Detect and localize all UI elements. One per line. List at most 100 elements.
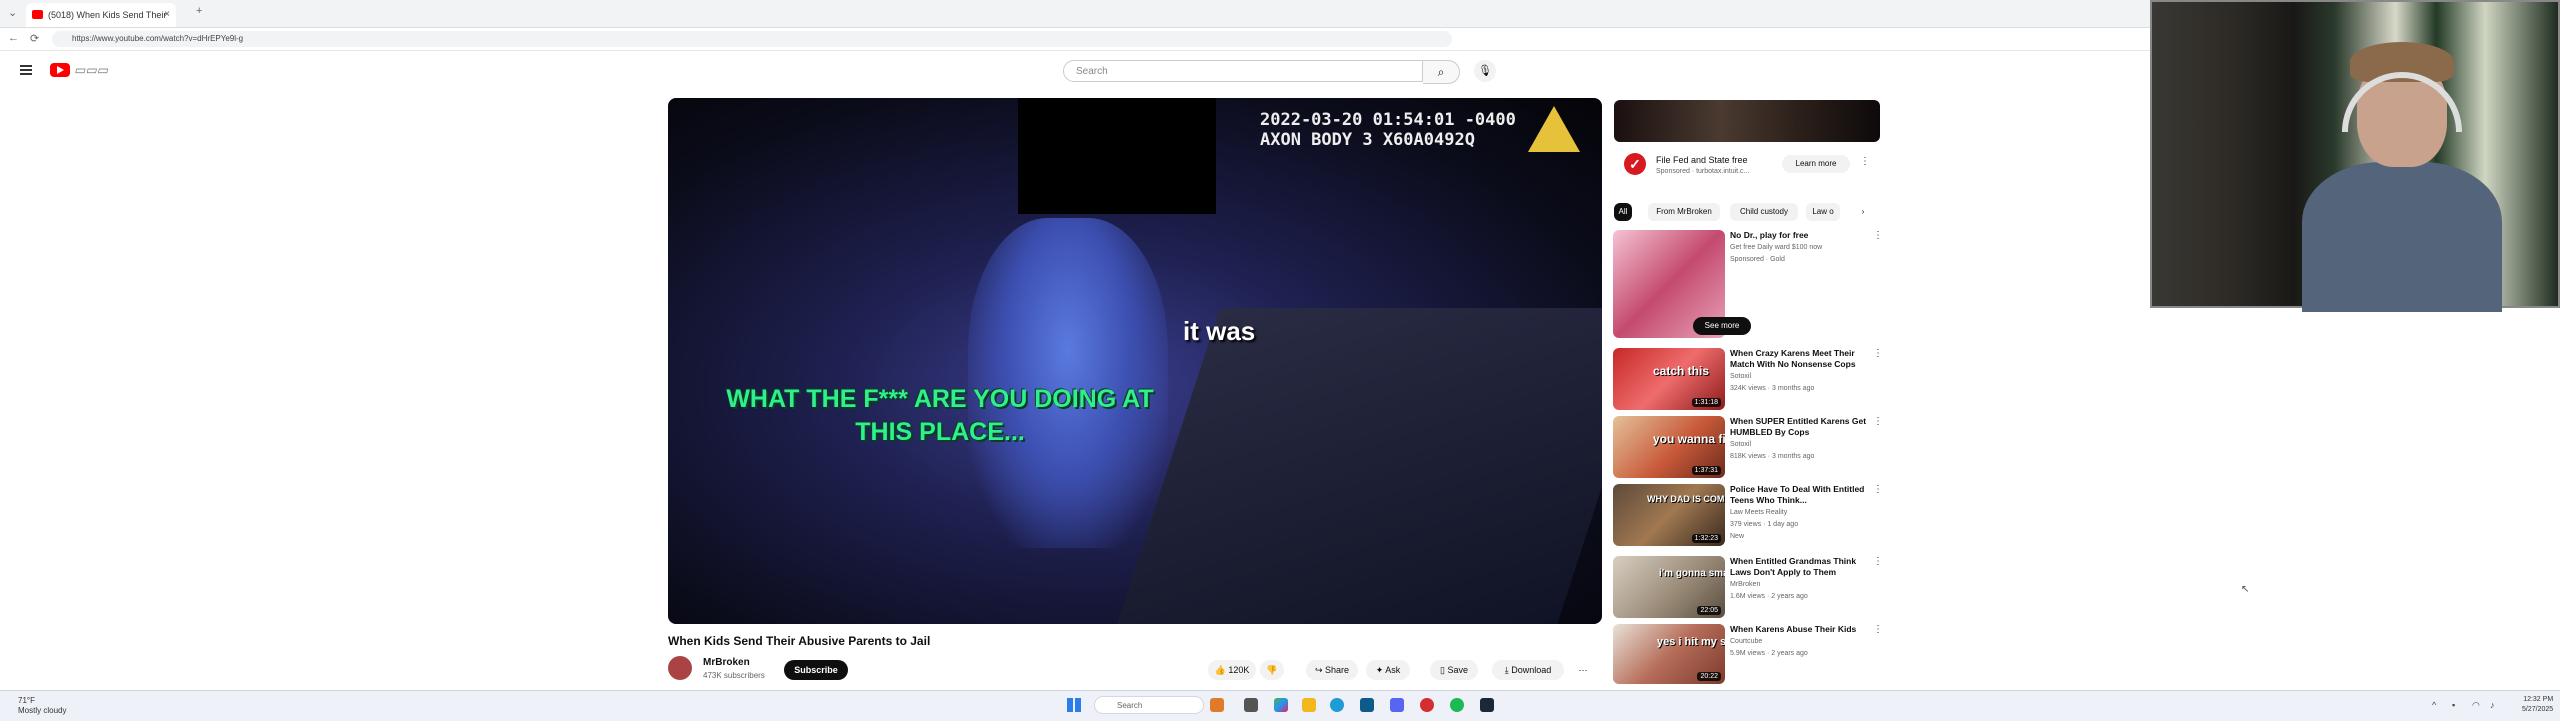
spotify-icon[interactable] (1450, 698, 1464, 712)
thumbnail-text: yes i hit my son! (1657, 636, 1725, 648)
search-button[interactable]: ⌕ (1423, 60, 1460, 84)
see-more-button[interactable]: See more (1693, 317, 1751, 335)
dislike-button[interactable]: 👎 (1260, 660, 1284, 680)
video-duration: 1:37:31 (1691, 466, 1721, 475)
recommendation-more-icon[interactable]: ⋮ (1873, 230, 1883, 241)
hamburger-menu-icon[interactable] (20, 65, 32, 75)
file-explorer-icon[interactable] (1302, 698, 1316, 712)
recommendation-thumbnail[interactable]: i'm gonna smash you 22:05 (1613, 556, 1725, 618)
youtube-logo[interactable] (50, 63, 70, 77)
recommendation-title[interactable]: When Crazy Karens Meet Their Match With … (1730, 348, 1870, 370)
recommendation-thumbnail[interactable]: catch this 1:31:18 (1613, 348, 1725, 410)
taskbar-search[interactable]: Search (1094, 696, 1204, 714)
more-actions-button[interactable]: ⋯ (1572, 660, 1594, 680)
wifi-icon[interactable]: ◠ (2472, 700, 2480, 711)
tab-close-icon[interactable]: × (164, 3, 170, 27)
youtube-favicon-icon (32, 10, 43, 19)
windows-start-icon[interactable] (1067, 698, 1081, 712)
recommendation-title[interactable]: When SUPER Entitled Karens Get HUMBLED B… (1730, 416, 1870, 438)
voice-search-button[interactable]: 🎙 (1474, 60, 1496, 82)
recommendation-channel[interactable]: Sotoxil (1730, 441, 1751, 448)
weather-temp: 71°F (18, 696, 35, 705)
steam-icon[interactable] (1480, 698, 1494, 712)
chip-law[interactable]: Law o (1806, 203, 1840, 221)
chevron-right-icon[interactable]: › (1854, 203, 1872, 221)
save-button[interactable]: ▯ Save (1430, 660, 1478, 680)
recommendation-item[interactable]: catch this 1:31:18 When Crazy Karens Mee… (1613, 348, 1883, 412)
edge-browser-icon[interactable] (1330, 698, 1344, 712)
chip-child-custody[interactable]: Child custody (1730, 203, 1798, 221)
recommendation-channel[interactable]: Sotoxil (1730, 373, 1751, 380)
recommendation-title[interactable]: Police Have To Deal With Entitled Teens … (1730, 484, 1870, 506)
recommendation-meta: 324K views · 3 months ago (1730, 385, 1815, 392)
like-button[interactable]: 👍 120K (1208, 660, 1256, 680)
thumbs-down-icon: 👎 (1266, 665, 1278, 675)
tray-chevron-icon[interactable]: ^ (2432, 700, 2436, 710)
download-button[interactable]: ⤓ Download (1492, 660, 1564, 680)
mouse-cursor-icon: ↖ (2241, 584, 2250, 595)
chip-all[interactable]: All (1614, 203, 1632, 221)
taskbar-app-icon[interactable] (1360, 698, 1374, 712)
subscribe-button[interactable]: Subscribe (784, 660, 848, 680)
bookmark-icon: ▯ (1440, 665, 1445, 675)
thumbs-up-icon: 👍 (1214, 665, 1226, 675)
channel-avatar[interactable] (668, 656, 692, 680)
recommendation-thumbnail[interactable]: yes i hit my son! 20:22 (1613, 624, 1725, 684)
taskbar-app-icon[interactable] (1210, 698, 1224, 712)
recommendation-title[interactable]: When Karens Abuse Their Kids (1730, 624, 1870, 635)
ad-info-row: ✓ File Fed and State free Sponsored · tu… (1614, 143, 1880, 185)
recommendation-title[interactable]: No Dr., play for free (1730, 230, 1870, 241)
recommendation-title[interactable]: When Entitled Grandmas Think Laws Don't … (1730, 556, 1870, 578)
learn-more-button[interactable]: Learn more (1782, 155, 1850, 173)
ask-button[interactable]: ✦ Ask (1366, 660, 1410, 680)
video-player[interactable]: 2022-03-20 01:54:01 -0400 AXON BODY 3 X6… (668, 98, 1602, 624)
tray-app-icon[interactable]: ▪ (2452, 700, 2455, 710)
thumbnail-text: you wanna fight (1653, 432, 1725, 446)
taskbar-app-icon[interactable] (1244, 698, 1258, 712)
bodycam-timestamp: 2022-03-20 01:54:01 -0400 AXON BODY 3 X6… (1260, 110, 1516, 150)
recommendation-item[interactable]: WHY DAD IS COMING? 1:32:23 Police Have T… (1613, 484, 1883, 548)
recommendation-meta: 379 views · 1 day ago (1730, 521, 1799, 528)
discord-icon[interactable] (1390, 698, 1404, 712)
recommendation-channel[interactable]: Law Meets Reality (1730, 509, 1787, 516)
recommendation-more-icon[interactable]: ⋮ (1873, 624, 1883, 635)
tab-list-icon[interactable]: ⌄ (8, 6, 17, 19)
browser-tab[interactable]: (5018) When Kids Send Their × (26, 3, 176, 27)
recommendation-thumbnail[interactable]: you wanna fight 1:37:31 (1613, 416, 1725, 478)
reload-icon[interactable]: ⟳ (30, 32, 39, 45)
volume-icon[interactable]: ♪ (2490, 700, 2495, 710)
back-icon[interactable]: ← (8, 32, 19, 44)
caption-white: it was (1183, 316, 1256, 346)
youtube-logo-wordmark[interactable]: ▭▭▭ (74, 63, 108, 77)
recommendation-item[interactable]: No Dr., play for free Get free Daily war… (1613, 230, 1883, 342)
chip-from-mrbroken[interactable]: From MrBroken (1648, 203, 1720, 221)
recommendation-channel[interactable]: MrBroken (1730, 581, 1760, 588)
chrome-icon[interactable] (1420, 698, 1434, 712)
recommendation-item[interactable]: i'm gonna smash you 22:05 When Entitled … (1613, 556, 1883, 620)
recommendation-meta: 5.9M views · 2 years ago (1730, 650, 1808, 657)
ad-more-icon[interactable]: ⋮ (1860, 156, 1870, 167)
recommendation-channel[interactable]: Courtcube (1730, 638, 1762, 645)
channel-name[interactable]: MrBroken (703, 657, 750, 668)
ad-sponsored-label: Sponsored · turbotax.intuit.c... (1656, 168, 1750, 175)
recommendation-more-icon[interactable]: ⋮ (1873, 556, 1883, 567)
recommendation-more-icon[interactable]: ⋮ (1873, 416, 1883, 427)
taskbar-app-icon[interactable] (1274, 698, 1288, 712)
recommendation-more-icon[interactable]: ⋮ (1873, 348, 1883, 359)
recommendation-item[interactable]: yes i hit my son! 20:22 When Karens Abus… (1613, 624, 1883, 688)
recommendation-thumbnail[interactable]: WHY DAD IS COMING? 1:32:23 (1613, 484, 1725, 546)
video-frame-road (1116, 308, 1602, 624)
thumbnail-text: i'm gonna smash you (1659, 568, 1725, 579)
url-field[interactable]: https://www.youtube.com/watch?v=dHrEPYe9… (52, 31, 1452, 47)
taskbar-clock[interactable]: 12:32 PM 5/27/2025 (2522, 695, 2553, 715)
recommendation-more-icon[interactable]: ⋮ (1873, 484, 1883, 495)
thumbnail-text: WHY DAD IS COMING? (1647, 494, 1725, 504)
search-input[interactable]: Search (1063, 60, 1423, 82)
share-button[interactable]: ↪ Share (1306, 660, 1358, 680)
ad-title[interactable]: File Fed and State free (1656, 155, 1748, 165)
caption-green: WHAT THE F*** ARE YOU DOING AT THIS PLAC… (726, 385, 1154, 446)
weather-widget[interactable]: 71°F Mostly cloudy (18, 696, 66, 716)
recommendation-item[interactable]: you wanna fight 1:37:31 When SUPER Entit… (1613, 416, 1883, 480)
new-tab-button[interactable]: + (196, 5, 202, 17)
ad-banner-image[interactable] (1614, 100, 1880, 142)
